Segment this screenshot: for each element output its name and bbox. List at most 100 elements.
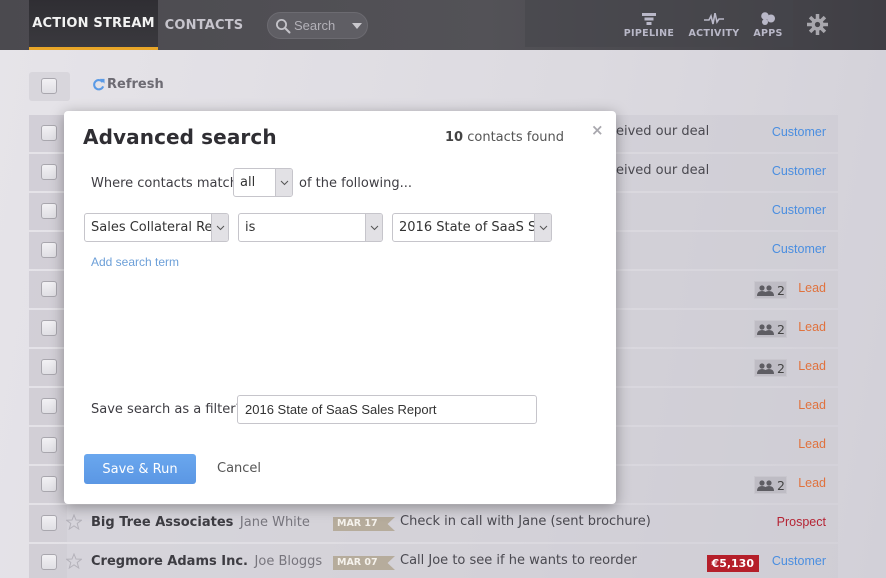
nav-pipeline[interactable]: PIPELINE [623,0,675,47]
apps-icon [761,12,775,25]
contact-person: Joe Bloggs [254,554,323,569]
found-number: 10 [445,130,464,145]
pipeline-icon [642,13,656,25]
status-label: Customer [771,164,826,178]
people-count: 2 [777,321,785,337]
term-value: 2016 State of SaaS Sal [399,220,548,235]
refresh-label: Refresh [107,77,164,92]
contact-person: Jane White [239,515,310,530]
filter-name-input[interactable] [237,395,537,424]
search-field-select[interactable]: Sales Collateral Rec [84,213,229,242]
refresh-button[interactable]: Refresh [92,77,164,92]
row-checkbox[interactable] [41,476,57,492]
status-label: Prospect [776,515,826,529]
task-text: eived our deal [616,163,710,178]
operator-select[interactable]: is [238,213,383,242]
nav-activity[interactable]: ACTIVITY [688,0,740,47]
row-checkbox[interactable] [41,359,57,375]
company-label: Cregmore Adams Inc. [91,554,248,569]
match-mode-value: all [240,175,256,190]
match-prefix-label: Where contacts match [91,176,238,191]
search-icon [276,19,291,34]
row-checkbox[interactable] [41,320,57,336]
nav-pipeline-label: PIPELINE [623,28,675,39]
term-value-select[interactable]: 2016 State of SaaS Sal [392,213,552,242]
settings-gear-icon[interactable] [807,14,828,35]
match-suffix-label: of the following... [299,176,412,191]
star-icon[interactable] [66,514,82,530]
tab-action-stream[interactable]: ACTION STREAM [29,0,158,50]
cancel-button[interactable]: Cancel [217,461,261,476]
people-count: 2 [777,477,785,493]
top-navigation-bar: ACTION STREAM CONTACTS Search PIPELINE A… [0,0,886,50]
task-text[interactable]: Check in call with Jane (sent brochure) [400,514,651,529]
chevron-down-icon [365,214,382,241]
row-checkbox[interactable] [41,125,57,141]
people-count: 2 [777,282,785,298]
people-count-badge: 2 [754,359,787,377]
people-count-badge: 2 [754,281,787,299]
nav-activity-label: ACTIVITY [688,28,740,39]
refresh-icon [93,78,105,91]
add-search-term-link[interactable]: Add search term [91,255,179,269]
save-and-run-button[interactable]: Save & Run [84,454,196,484]
status-label: Customer [771,242,826,256]
company-label: Big Tree Associates [91,515,234,530]
match-mode-select[interactable]: all [233,168,293,197]
date-tag: MAR 07 [333,556,395,570]
chevron-down-icon [534,214,551,241]
people-icon [757,479,774,491]
status-label: Lead [798,320,826,334]
row-checkbox[interactable] [41,164,57,180]
status-label: Customer [771,125,826,139]
row-checkbox[interactable] [41,437,57,453]
people-icon [757,323,774,335]
list-item[interactable]: Big Tree Associates Jane White MAR 17 Ch… [29,505,838,542]
chevron-down-icon [211,214,228,241]
star-icon[interactable] [66,553,82,569]
nav-apps-label: APPS [753,28,783,39]
activity-icon [704,13,724,25]
status-label: Lead [798,281,826,295]
row-checkbox[interactable] [41,398,57,414]
date-tag: MAR 17 [333,517,395,531]
advanced-search-dialog: Advanced search 10 contacts found × Wher… [64,111,616,504]
close-icon[interactable]: × [591,121,604,139]
chevron-down-icon [275,169,292,196]
row-checkbox[interactable] [41,515,57,531]
dialog-title: Advanced search [83,125,277,149]
list-item[interactable]: Cregmore Adams Inc. Joe Bloggs MAR 07 Ca… [29,544,838,578]
status-label: Lead [798,476,826,490]
status-label: Lead [798,437,826,451]
task-text[interactable]: Call Joe to see if he wants to reorder [400,553,637,568]
select-all-checkbox[interactable] [41,78,57,94]
tab-contacts[interactable]: CONTACTS [158,0,250,50]
search-dropdown-icon[interactable] [352,23,362,29]
search-input[interactable]: Search [267,12,368,39]
deal-amount-badge: €5,130 [706,555,759,572]
save-filter-label: Save search as a filter? [91,402,243,417]
select-all-wrapper [29,72,70,101]
status-label: Lead [798,398,826,412]
company-name[interactable]: Big Tree Associates Jane White [91,515,310,530]
nav-apps[interactable]: APPS [750,0,786,47]
right-nav-group: PIPELINE ACTIVITY APPS [525,0,793,47]
people-icon [757,284,774,296]
task-text: eived our deal [616,124,710,139]
status-label: Customer [771,554,826,568]
row-checkbox[interactable] [41,242,57,258]
company-name[interactable]: Cregmore Adams Inc. Joe Bloggs [91,554,322,569]
status-label: Lead [798,359,826,373]
people-count-badge: 2 [754,476,787,494]
search-placeholder: Search [294,18,336,33]
row-checkbox[interactable] [41,203,57,219]
operator-value: is [245,220,256,235]
row-checkbox[interactable] [41,554,57,570]
people-count-badge: 2 [754,320,787,338]
status-label: Customer [771,203,826,217]
found-suffix: contacts found [463,130,565,145]
search-field-value: Sales Collateral Rec [91,220,220,235]
row-checkbox[interactable] [41,281,57,297]
people-icon [757,362,774,374]
contacts-found-count: 10 contacts found [445,130,564,145]
